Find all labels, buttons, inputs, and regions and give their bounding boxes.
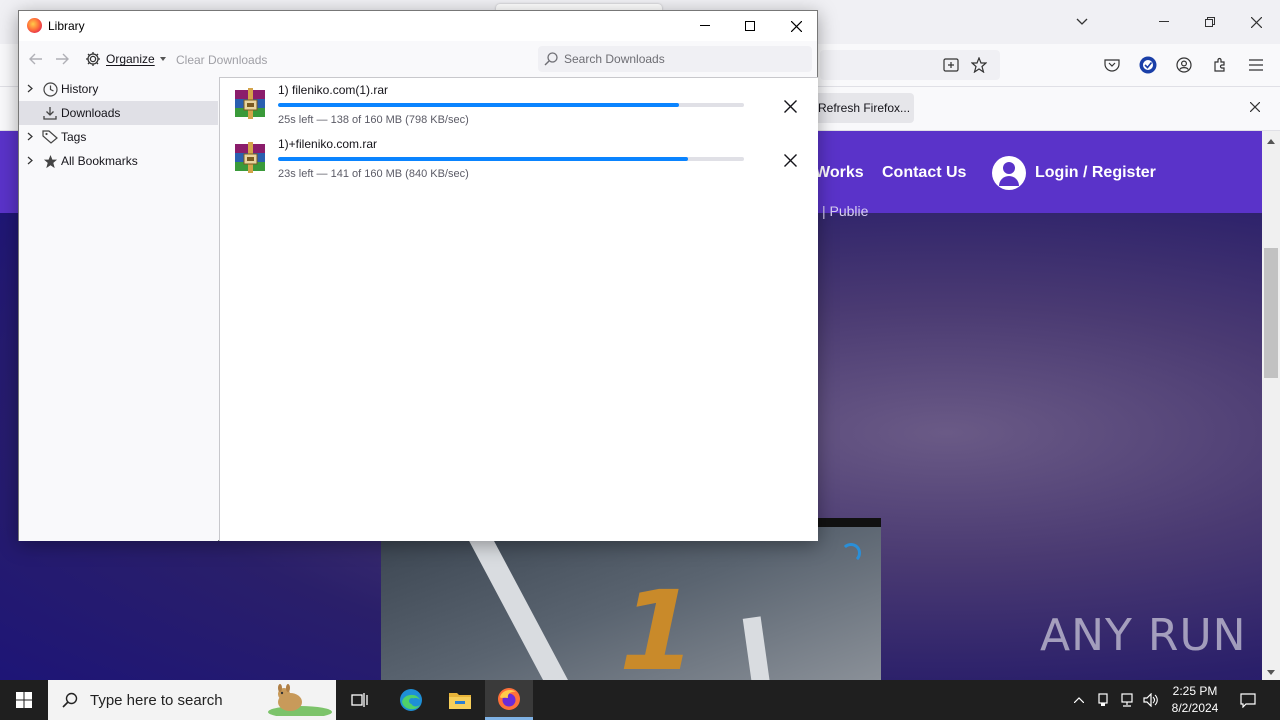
reader-view-icon[interactable]: [940, 54, 962, 76]
organize-menu-button[interactable]: Organize: [85, 50, 166, 68]
sidebar-item-label: History: [61, 82, 99, 96]
gear-icon: [86, 52, 100, 66]
library-maximize-button[interactable]: [727, 11, 773, 41]
video-digit: 1: [605, 567, 710, 680]
clock-icon: [39, 81, 61, 97]
tab-list-chevron-icon[interactable]: [1062, 8, 1102, 36]
search-icon: [62, 692, 78, 708]
task-view-icon[interactable]: [336, 680, 384, 720]
download-filename: 1)+fileniko.com.rar: [278, 137, 378, 151]
download-status: 25s left — 138 of 160 MB (798 KB/sec): [278, 114, 469, 126]
sidebar-item-all-bookmarks[interactable]: All Bookmarks: [19, 149, 218, 173]
video-road-stripe: [742, 616, 778, 680]
volume-icon[interactable]: [1141, 680, 1161, 720]
page-scrollbar[interactable]: [1262, 131, 1280, 680]
library-titlebar[interactable]: Library: [19, 11, 817, 41]
sidebar-item-label: All Bookmarks: [61, 154, 138, 168]
search-icon: [544, 52, 558, 66]
download-progress-bar: [278, 103, 744, 107]
file-explorer-icon[interactable]: [436, 680, 484, 720]
system-clock[interactable]: 2:25 PM 8/2/2024: [1160, 683, 1230, 717]
action-center-icon[interactable]: [1236, 680, 1260, 720]
clear-downloads-button[interactable]: Clear Downloads: [176, 53, 267, 67]
organize-label: Organize: [106, 52, 155, 66]
download-progress-bar: [278, 157, 744, 161]
search-downloads-box[interactable]: [538, 46, 812, 72]
anyrun-watermark: ANY RUN: [1040, 610, 1247, 661]
nav-link-works[interactable]: Works: [815, 164, 864, 182]
taskbar: Type here to search 2:25 PM 8/2/2024: [0, 680, 1280, 720]
cancel-download-icon[interactable]: [778, 148, 802, 172]
library-sidebar: History Downloads Tags All Bookmarks: [19, 77, 218, 541]
download-progress-fill: [278, 103, 679, 107]
show-hidden-icons-chevron-icon[interactable]: [1070, 680, 1088, 720]
library-window: Library Organize Clear Downloads Search …: [18, 10, 818, 541]
library-toolbar: Organize Clear Downloads: [19, 41, 817, 77]
browser-minimize-button[interactable]: [1144, 8, 1184, 36]
extension-shield-icon[interactable]: [1137, 54, 1159, 76]
nav-link-contact-us[interactable]: Contact Us: [882, 164, 966, 182]
extensions-puzzle-icon[interactable]: [1209, 54, 1231, 76]
bookmark-star-icon[interactable]: [968, 54, 990, 76]
browser-restore-button[interactable]: [1190, 8, 1230, 36]
taskbar-search-box[interactable]: Type here to search: [48, 680, 336, 720]
sidebar-item-label: Downloads: [61, 106, 121, 120]
forward-arrow-icon[interactable]: [53, 50, 71, 68]
chevron-down-icon: [159, 57, 166, 61]
download-progress-fill: [278, 157, 689, 161]
clock-date: 8/2/2024: [1171, 701, 1219, 715]
library-close-button[interactable]: [773, 11, 819, 41]
scroll-down-arrow-icon[interactable]: [1262, 664, 1280, 680]
user-avatar-icon[interactable]: [992, 156, 1026, 190]
scrollbar-thumb[interactable]: [1264, 248, 1278, 378]
nav-link-login-register[interactable]: Login / Register: [1035, 164, 1156, 182]
hamburger-menu-icon[interactable]: [1245, 54, 1267, 76]
tag-icon: [39, 130, 61, 144]
back-arrow-icon[interactable]: [27, 50, 45, 68]
download-icon: [39, 106, 61, 120]
sidebar-item-downloads[interactable]: Downloads: [19, 101, 218, 125]
windows-logo-icon: [16, 692, 32, 708]
refresh-firefox-button[interactable]: Refresh Firefox...: [812, 93, 914, 123]
rar-archive-icon: [233, 142, 267, 174]
rar-archive-icon: [233, 88, 267, 120]
site-subtext: | Publie: [822, 203, 869, 219]
clock-time: 2:25 PM: [1172, 684, 1218, 698]
expand-twisty-icon[interactable]: [19, 132, 39, 143]
firefox-logo-icon: [27, 18, 42, 33]
library-minimize-button[interactable]: [682, 11, 728, 41]
search-highlight-illustration: [262, 684, 332, 718]
library-title: Library: [48, 19, 85, 33]
account-icon[interactable]: [1173, 54, 1195, 76]
downloads-list: 1) fileniko.com(1).rar 25s left — 138 of…: [219, 77, 818, 541]
download-status: 23s left — 141 of 160 MB (840 KB/sec): [278, 168, 469, 180]
taskbar-search-placeholder: Type here to search: [90, 691, 223, 709]
video-player[interactable]: 1: [381, 518, 881, 680]
sidebar-item-label: Tags: [61, 130, 87, 144]
sidebar-item-history[interactable]: History: [19, 77, 218, 101]
expand-twisty-icon[interactable]: [19, 84, 39, 95]
browser-close-button[interactable]: [1236, 8, 1276, 36]
loading-spinner-icon: [841, 543, 861, 563]
download-item[interactable]: 1)+fileniko.com.rar 23s left — 141 of 16…: [220, 132, 818, 186]
download-item[interactable]: 1) fileniko.com(1).rar 25s left — 138 of…: [220, 78, 818, 132]
search-downloads-input[interactable]: [564, 52, 804, 66]
download-filename: 1) fileniko.com(1).rar: [278, 83, 389, 97]
notification-close-icon[interactable]: [1246, 98, 1264, 116]
cancel-download-icon[interactable]: [778, 94, 802, 118]
edge-browser-icon[interactable]: [387, 680, 435, 720]
network-icon[interactable]: [1117, 680, 1137, 720]
usb-device-icon[interactable]: [1094, 680, 1112, 720]
video-road-stripe: [460, 527, 584, 680]
sidebar-item-tags[interactable]: Tags: [19, 125, 218, 149]
expand-twisty-icon[interactable]: [19, 156, 39, 167]
pocket-icon[interactable]: [1101, 54, 1123, 76]
star-icon: [39, 154, 61, 169]
start-button[interactable]: [0, 680, 48, 720]
scroll-up-arrow-icon[interactable]: [1262, 133, 1280, 149]
firefox-taskbar-icon[interactable]: [485, 680, 533, 720]
